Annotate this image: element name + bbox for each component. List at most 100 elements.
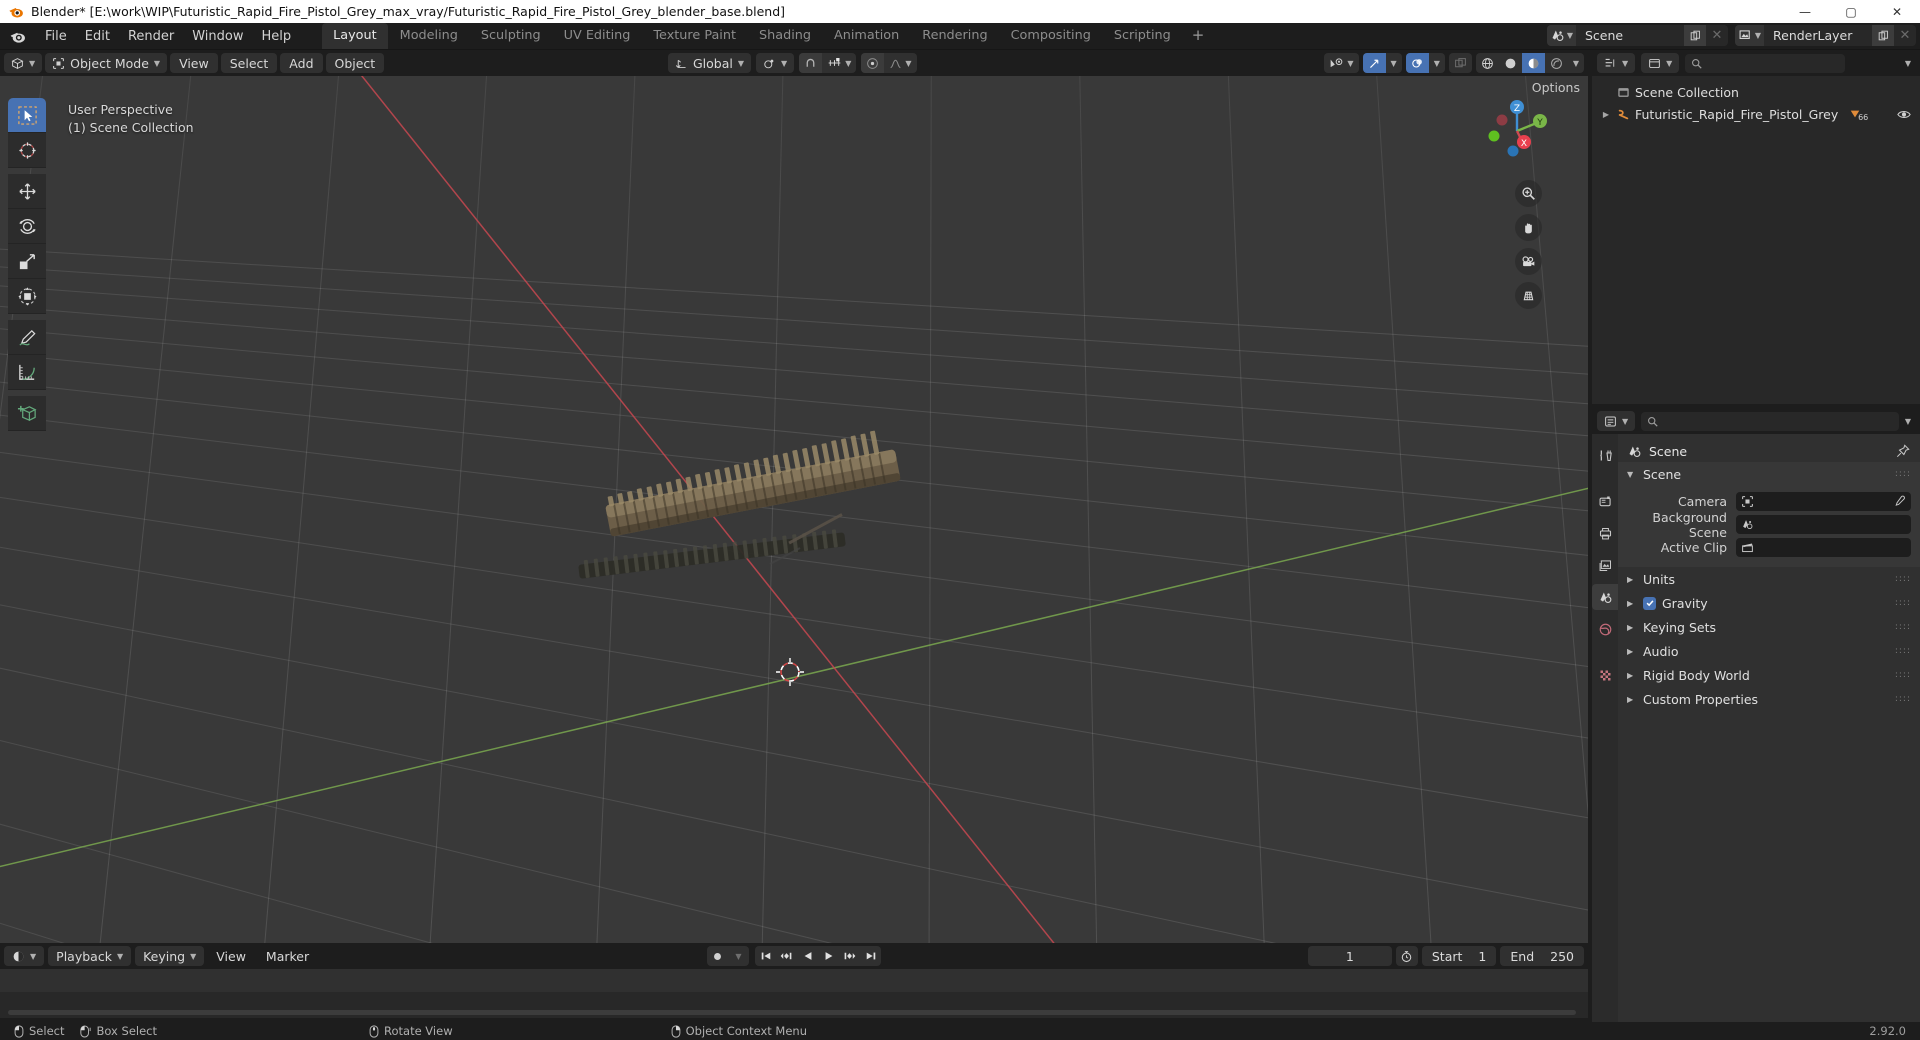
- workspace-tab-uv-editing[interactable]: UV Editing: [553, 23, 642, 49]
- expand-icon[interactable]: ▶: [1600, 110, 1612, 119]
- snap-magnet-icon[interactable]: [799, 53, 823, 73]
- snap-target-selector[interactable]: ▼: [822, 53, 856, 73]
- menu-render[interactable]: Render: [119, 26, 183, 47]
- add-workspace-button[interactable]: +: [1183, 24, 1214, 49]
- add-cube-tool[interactable]: [8, 396, 46, 431]
- next-keyframe-button[interactable]: [839, 946, 860, 966]
- panel-header-audio[interactable]: ▶ Audio ::::: [1618, 639, 1920, 663]
- viewlayer-selector[interactable]: ▼ RenderLayer ✕: [1735, 25, 1916, 46]
- outliner-row-pistol-object[interactable]: ▶ Futuristic_Rapid_Fire_Pistol_Grey 66: [1592, 103, 1920, 125]
- rotate-tool[interactable]: [8, 209, 46, 244]
- gravity-checkbox[interactable]: [1643, 596, 1656, 610]
- tool-tab[interactable]: [1592, 442, 1618, 468]
- object-visibility-icon[interactable]: ▼: [1324, 53, 1358, 73]
- measure-tool[interactable]: [8, 355, 46, 390]
- navigation-gizmo[interactable]: Z Y X: [1480, 94, 1554, 168]
- cursor-tool[interactable]: [8, 133, 46, 168]
- viewport-menu-view[interactable]: View: [170, 53, 218, 73]
- jump-to-end-button[interactable]: [860, 946, 881, 966]
- previous-keyframe-button[interactable]: [776, 946, 797, 966]
- auto-keying-options-dropdown[interactable]: ▼: [728, 946, 749, 966]
- new-viewlayer-button[interactable]: [1872, 25, 1894, 46]
- pin-id-icon[interactable]: [1896, 444, 1910, 458]
- panel-header-gravity[interactable]: ▶ Gravity ::::: [1618, 591, 1920, 615]
- menu-edit[interactable]: Edit: [76, 26, 119, 47]
- scene-tab[interactable]: [1592, 584, 1618, 610]
- pan-navigation-icon[interactable]: [1515, 214, 1542, 241]
- new-scene-button[interactable]: [1684, 25, 1706, 46]
- editor-type-selector[interactable]: ▼: [4, 53, 43, 73]
- use-preview-range-icon[interactable]: [1395, 946, 1418, 966]
- workspace-tab-texture-paint[interactable]: Texture Paint: [642, 23, 747, 49]
- timeline-track-area[interactable]: [0, 969, 1588, 992]
- gizmo-options-dropdown[interactable]: ▼: [1386, 53, 1402, 73]
- workspace-tab-compositing[interactable]: Compositing: [1000, 23, 1102, 49]
- panel-header-rigid-body-world[interactable]: ▶ Rigid Body World ::::: [1618, 663, 1920, 687]
- panel-header-scene[interactable]: ▼ Scene ::::: [1618, 462, 1920, 486]
- falloff-type-selector[interactable]: ▼: [884, 53, 916, 73]
- play-button[interactable]: [818, 946, 839, 966]
- frame-end-field[interactable]: End 250: [1500, 946, 1584, 966]
- move-tool[interactable]: [8, 174, 46, 209]
- panel-header-custom-properties[interactable]: ▶ Custom Properties ::::: [1618, 687, 1920, 711]
- close-button[interactable]: ✕: [1874, 0, 1920, 23]
- workspace-tab-sculpting[interactable]: Sculpting: [470, 23, 552, 49]
- viewport-canvas[interactable]: Options User Perspective (1) Scene Colle…: [0, 76, 1588, 943]
- blender-menu-icon[interactable]: [8, 27, 28, 45]
- shading-material-preview-icon[interactable]: [1521, 53, 1545, 73]
- object-mode-selector[interactable]: Object Mode ▼: [45, 53, 168, 73]
- remove-viewlayer-button[interactable]: ✕: [1894, 25, 1916, 46]
- scale-tool[interactable]: [8, 244, 46, 279]
- shading-wireframe-icon[interactable]: [1476, 53, 1499, 73]
- jump-to-start-button[interactable]: [755, 946, 776, 966]
- menu-help[interactable]: Help: [253, 26, 301, 47]
- transform-tool[interactable]: [8, 279, 46, 314]
- workspace-tab-shading[interactable]: Shading: [748, 23, 822, 49]
- render-tab[interactable]: [1592, 488, 1618, 514]
- outliner-display-mode-selector[interactable]: ▼: [1641, 53, 1680, 73]
- active-clip-field[interactable]: [1736, 538, 1911, 557]
- show-overlays-icon[interactable]: [1405, 53, 1429, 73]
- outliner-search-input[interactable]: [1685, 53, 1846, 73]
- frame-start-field[interactable]: Start 1: [1421, 946, 1497, 966]
- background-scene-field[interactable]: [1736, 515, 1911, 534]
- scene-name-field[interactable]: Scene: [1576, 25, 1684, 46]
- properties-search-input[interactable]: [1641, 411, 1899, 431]
- workspace-tab-scripting[interactable]: Scripting: [1103, 23, 1182, 49]
- texture-tab[interactable]: [1592, 662, 1618, 688]
- toggle-perspective-icon[interactable]: [1515, 282, 1542, 309]
- menu-window[interactable]: Window: [183, 26, 252, 47]
- play-reverse-button[interactable]: [797, 946, 818, 966]
- maximize-button[interactable]: ▢: [1828, 0, 1874, 23]
- workspace-tab-rendering[interactable]: Rendering: [911, 23, 998, 49]
- transform-orientation-selector[interactable]: Global ▼: [668, 53, 752, 73]
- eyedropper-icon[interactable]: [1893, 495, 1906, 508]
- scene-selector[interactable]: ▼ Scene ✕: [1547, 25, 1728, 46]
- minimize-button[interactable]: —: [1782, 0, 1828, 23]
- shading-solid-icon[interactable]: [1499, 53, 1522, 73]
- camera-field[interactable]: [1736, 492, 1911, 511]
- annotate-tool[interactable]: [8, 320, 46, 355]
- world-tab[interactable]: [1592, 616, 1618, 642]
- timeline-horizontal-scrollbar[interactable]: [8, 1010, 1576, 1015]
- timeline-menu-marker[interactable]: Marker: [258, 946, 317, 966]
- tweak-select-tool[interactable]: [8, 98, 46, 133]
- viewlayer-tab[interactable]: [1592, 552, 1618, 578]
- viewlayer-name-field[interactable]: RenderLayer: [1764, 25, 1872, 46]
- output-tab[interactable]: [1592, 520, 1618, 546]
- outliner-editor-type-selector[interactable]: ▼: [1597, 53, 1636, 73]
- timeline-menu-keying[interactable]: Keying ▼: [135, 946, 205, 966]
- panel-header-units[interactable]: ▶ Units ::::: [1618, 567, 1920, 591]
- unlink-scene-button[interactable]: ✕: [1706, 25, 1728, 46]
- proportional-edit-icon[interactable]: [861, 53, 885, 73]
- show-gizmo-icon[interactable]: [1362, 53, 1386, 73]
- pivot-point-selector[interactable]: ▼: [756, 53, 795, 73]
- properties-options-chevron-icon[interactable]: ▼: [1905, 417, 1911, 426]
- timeline-menu-view[interactable]: View: [208, 946, 254, 966]
- visibility-eye-icon[interactable]: [1897, 109, 1911, 120]
- timeline-menu-playback[interactable]: Playback ▼: [48, 946, 132, 966]
- camera-view-icon[interactable]: [1515, 248, 1542, 275]
- workspace-tab-animation[interactable]: Animation: [823, 23, 910, 49]
- viewport-menu-select[interactable]: Select: [220, 53, 278, 73]
- auto-keying-toggle[interactable]: [707, 946, 728, 966]
